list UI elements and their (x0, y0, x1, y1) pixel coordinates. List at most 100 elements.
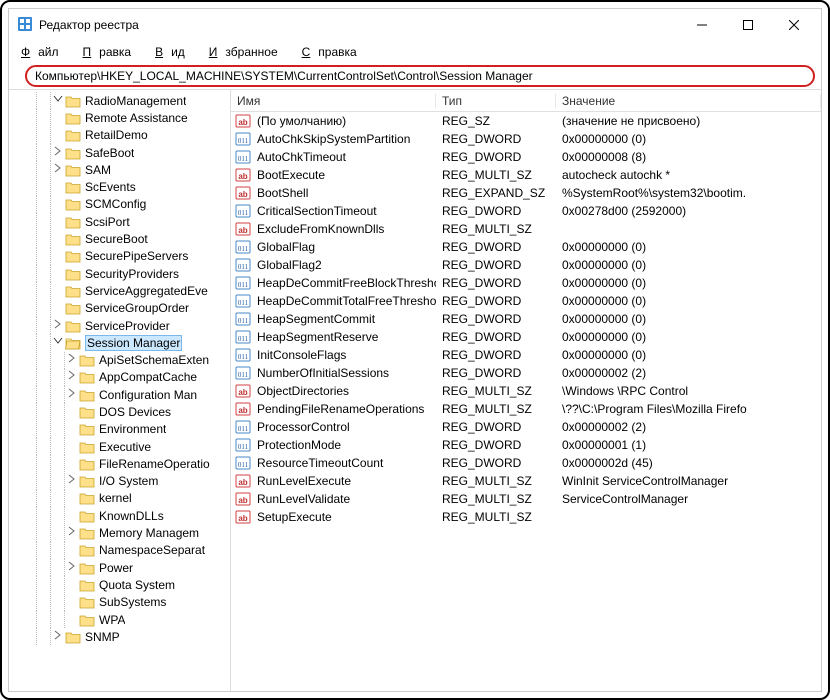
value-row[interactable]: 011HeapSegmentCommitREG_DWORD0x00000000 … (231, 310, 821, 328)
value-row[interactable]: abExcludeFromKnownDllsREG_MULTI_SZ (231, 220, 821, 238)
menubar: Файл Правка Вид Избранное Справка (9, 41, 821, 63)
tree-item-label: SNMP (85, 630, 120, 644)
titlebar[interactable]: Редактор реестра (9, 9, 821, 41)
col-name[interactable]: Имя (231, 94, 436, 108)
tree-item[interactable]: SecurePipeServers (9, 248, 230, 265)
tree-item[interactable]: NamespaceSeparat (9, 542, 230, 559)
menu-file[interactable]: Файл (13, 43, 75, 61)
tree-item[interactable]: SCMConfig (9, 196, 230, 213)
tree-item[interactable]: KnownDLLs (9, 507, 230, 524)
tree-item[interactable]: ServiceGroupOrder (9, 300, 230, 317)
tree-item[interactable]: SafeBoot (9, 144, 230, 161)
value-row[interactable]: abRunLevelExecuteREG_MULTI_SZWinInit Ser… (231, 472, 821, 490)
tree-item[interactable]: kernel (9, 490, 230, 507)
value-row[interactable]: abObjectDirectoriesREG_MULTI_SZ\Windows … (231, 382, 821, 400)
value-name: HeapSegmentCommit (257, 312, 375, 326)
tree-item[interactable]: Environment (9, 421, 230, 438)
tree-item[interactable]: Memory Managem (9, 524, 230, 541)
tree-item[interactable]: RetailDemo (9, 127, 230, 144)
value-row[interactable]: abPendingFileRenameOperationsREG_MULTI_S… (231, 400, 821, 418)
tree-item[interactable]: AppCompatCache (9, 369, 230, 386)
tree-item[interactable]: Configuration Man (9, 386, 230, 403)
value-row[interactable]: 011InitConsoleFlagsREG_DWORD0x00000000 (… (231, 346, 821, 364)
value-row[interactable]: 011GlobalFlag2REG_DWORD0x00000000 (0) (231, 256, 821, 274)
value-row[interactable]: 011AutoChkSkipSystemPartitionREG_DWORD0x… (231, 130, 821, 148)
tree-item-label: SafeBoot (85, 146, 134, 160)
tree-item-label: SCMConfig (85, 197, 146, 211)
svg-text:011: 011 (238, 155, 249, 163)
tree-item[interactable]: SecureBoot (9, 230, 230, 247)
tree-item[interactable]: ScsiPort (9, 213, 230, 230)
value-row[interactable]: 011AutoChkTimeoutREG_DWORD0x00000008 (8) (231, 148, 821, 166)
address-input-highlighted[interactable]: Компьютер\HKEY_LOCAL_MACHINE\SYSTEM\Curr… (25, 65, 815, 87)
value-row[interactable]: 011CriticalSectionTimeoutREG_DWORD0x0027… (231, 202, 821, 220)
menu-edit[interactable]: Правка (75, 43, 148, 61)
value-row[interactable]: abBootShellREG_EXPAND_SZ%SystemRoot%\sys… (231, 184, 821, 202)
value-type: REG_DWORD (436, 276, 556, 290)
expander-icon[interactable] (51, 146, 65, 160)
tree-item-label: Power (99, 561, 133, 575)
value-row[interactable]: 011HeapSegmentReserveREG_DWORD0x00000000… (231, 328, 821, 346)
col-type[interactable]: Тип (436, 94, 556, 108)
menu-help[interactable]: Справка (294, 43, 373, 61)
tree-item[interactable]: Power (9, 559, 230, 576)
value-name: CriticalSectionTimeout (257, 204, 377, 218)
expander-icon[interactable] (51, 336, 65, 350)
value-name: RunLevelValidate (257, 492, 350, 506)
tree-item[interactable]: DOS Devices (9, 403, 230, 420)
tree-item[interactable]: I/O System (9, 473, 230, 490)
tree-item[interactable]: SAM (9, 161, 230, 178)
expander-icon[interactable] (65, 370, 79, 384)
value-row[interactable]: 011NumberOfInitialSessionsREG_DWORD0x000… (231, 364, 821, 382)
tree-item[interactable]: Executive (9, 438, 230, 455)
value-row[interactable]: 011ProtectionModeREG_DWORD0x00000001 (1) (231, 436, 821, 454)
value-row[interactable]: abBootExecuteREG_MULTI_SZautocheck autoc… (231, 166, 821, 184)
value-type: REG_DWORD (436, 330, 556, 344)
tree-item[interactable]: SecurityProviders (9, 265, 230, 282)
value-row[interactable]: ab(По умолчанию)REG_SZ(значение не присв… (231, 112, 821, 130)
expander-icon[interactable] (65, 526, 79, 540)
tree-item[interactable]: ApiSetSchemaExten (9, 351, 230, 368)
menu-view[interactable]: Вид (147, 43, 201, 61)
col-value[interactable]: Значение (556, 94, 821, 108)
expander-icon[interactable] (65, 561, 79, 575)
tree-item[interactable]: ScEvents (9, 178, 230, 195)
value-row[interactable]: 011HeapDeCommitTotalFreeThresholdREG_DWO… (231, 292, 821, 310)
value-row[interactable]: abRunLevelValidateREG_MULTI_SZServiceCon… (231, 490, 821, 508)
tree-item[interactable]: SNMP (9, 628, 230, 645)
menu-fav[interactable]: Избранное (201, 43, 294, 61)
expander-icon[interactable] (65, 353, 79, 367)
registry-tree[interactable]: RadioManagementRemote AssistanceRetailDe… (9, 90, 231, 691)
close-button[interactable] (771, 9, 817, 41)
value-data: 0x00000008 (8) (556, 150, 821, 164)
value-data: 0x00000000 (0) (556, 348, 821, 362)
value-data: 0x00000000 (0) (556, 294, 821, 308)
expander-icon[interactable] (65, 474, 79, 488)
value-row[interactable]: abSetupExecuteREG_MULTI_SZ (231, 508, 821, 526)
expander-icon[interactable] (51, 163, 65, 177)
tree-item[interactable]: FileRenameOperatio (9, 455, 230, 472)
value-data: 0x00000000 (0) (556, 330, 821, 344)
value-row[interactable]: 011ResourceTimeoutCountREG_DWORD0x000000… (231, 454, 821, 472)
value-row[interactable]: 011GlobalFlagREG_DWORD0x00000000 (0) (231, 238, 821, 256)
address-path: Компьютер\HKEY_LOCAL_MACHINE\SYSTEM\Curr… (35, 69, 533, 83)
tree-item[interactable]: Remote Assistance (9, 109, 230, 126)
expander-icon[interactable] (51, 319, 65, 333)
value-type: REG_MULTI_SZ (436, 474, 556, 488)
maximize-button[interactable] (725, 9, 771, 41)
minimize-button[interactable] (679, 9, 725, 41)
expander-icon[interactable] (51, 630, 65, 644)
tree-item[interactable]: WPA (9, 611, 230, 628)
expander-icon[interactable] (51, 94, 65, 108)
value-row[interactable]: 011ProcessorControlREG_DWORD0x00000002 (… (231, 418, 821, 436)
tree-item[interactable]: ServiceAggregatedEve (9, 282, 230, 299)
expander-icon[interactable] (65, 388, 79, 402)
value-row[interactable]: 011HeapDeCommitFreeBlockThresholdREG_DWO… (231, 274, 821, 292)
value-data: 0x00000000 (0) (556, 258, 821, 272)
tree-item[interactable]: ServiceProvider (9, 317, 230, 334)
tree-item[interactable]: RadioManagement (9, 92, 230, 109)
tree-item[interactable]: SubSystems (9, 594, 230, 611)
tree-item[interactable]: Quota System (9, 576, 230, 593)
tree-item-label: AppCompatCache (99, 370, 197, 384)
tree-item[interactable]: Session Manager (9, 334, 230, 351)
